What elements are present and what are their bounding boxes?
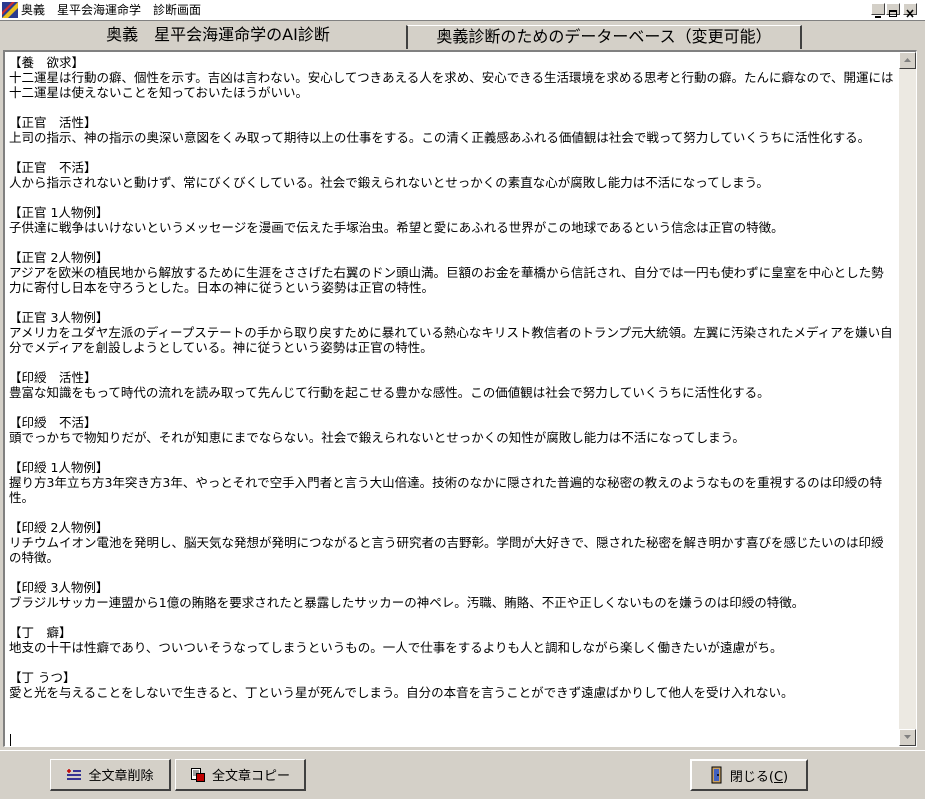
text-entry: 【印綬 活性】 豊富な知識をもって時代の流れを読み取って先んじて行動を起こせる豊か… — [9, 370, 895, 400]
entry-heading: 【正官 不活】 — [9, 160, 97, 175]
entry-heading: 【正官 2人物例】 — [9, 250, 109, 265]
text-caret — [10, 734, 11, 746]
entry-heading: 【印綬 不活】 — [9, 415, 97, 430]
arrow-up-icon — [904, 58, 911, 62]
diagnosis-content: 【養 欲求】 十二運星は行動の癖、個性を示す。吉凶は言わない。安心してつきあえる人… — [9, 55, 895, 715]
app-icon — [2, 2, 18, 18]
text-entry: 【正官 活性】 上司の指示、神の指示の奥深い意図をくみ取って期待以上の仕事をする。… — [9, 115, 895, 145]
tab-strip: 奥義 星平会海運命学のAI診断 奥義診断のためのデーターベース（変更可能） — [0, 21, 925, 49]
delete-all-label: 全文章削除 — [88, 769, 154, 784]
text-entry: 【印綬 不活】 頭でっかちで物知りだが、それが知恵にまでならない。社会で鍛えられな… — [9, 415, 895, 445]
window-title: 奥義 星平会海運命学 診断画面 — [21, 3, 202, 17]
close-button[interactable]: 閉じる(C) — [690, 759, 808, 791]
entry-body: 十二運星は行動の癖、個性を示す。吉凶は言わない。安心してつきあえる人を求め、安心… — [9, 70, 894, 100]
scroll-up-button[interactable] — [899, 52, 916, 69]
delete-all-button[interactable]: 全文章削除 — [50, 759, 171, 791]
entry-body: アジアを欧米の植民地から解放するために生涯をささげた右翼のドン頭山満。巨額のお金… — [9, 265, 884, 295]
text-entry: 【正官 2人物例】 アジアを欧米の植民地から解放するために生涯をささげた右翼のドン… — [9, 250, 895, 295]
entry-body: 豊富な知識をもって時代の流れを読み取って先んじて行動を起こせる豊かな感性。この価… — [9, 385, 770, 400]
entry-heading: 【正官 3人物例】 — [9, 310, 109, 325]
scroll-down-button[interactable] — [899, 729, 916, 746]
close-label: 閉じる(C) — [729, 769, 789, 785]
text-entry: 【丁 うつ】 愛と光を与えることをしないで生きると、丁という星が死んでしまう。自分… — [9, 670, 895, 700]
entry-heading: 【印綬 2人物例】 — [9, 520, 109, 535]
entry-body: 地支の十干は性癖であり、ついついそうなってしまうというもの。一人で仕事をするより… — [9, 640, 783, 655]
entry-heading: 【印綬 活性】 — [9, 370, 97, 385]
entry-heading: 【丁 癖】 — [9, 625, 72, 640]
entry-body: 頭でっかちで物知りだが、それが知恵にまでならない。社会で鍛えられないとせっかくの… — [9, 430, 745, 445]
text-entry: 【養 欲求】 十二運星は行動の癖、個性を示す。吉凶は言わない。安心してつきあえる人… — [9, 55, 895, 100]
entry-body: リチウムイオン電池を発明し、脳天気な発想が発明につながると言う研究者の吉野彰。学… — [9, 535, 884, 565]
close-icon — [906, 9, 914, 18]
text-entry: 【正官 1人物例】 子供達に戦争はいけないというメッセージを漫画で伝えた手塚治虫。… — [9, 205, 895, 235]
maximize-icon — [889, 10, 897, 17]
entry-heading: 【丁 うつ】 — [9, 670, 76, 685]
minimize-button[interactable] — [871, 3, 885, 18]
maximize-button[interactable] — [886, 3, 900, 17]
entry-body: ブラジルサッカー連盟から1億の賄賂を要求されたと暴露したサッカーの神ペレ。汚職、… — [9, 595, 805, 610]
entry-heading: 【印綬 1人物例】 — [9, 460, 109, 475]
minimize-icon — [875, 16, 881, 18]
arrow-down-icon — [904, 735, 911, 739]
vertical-scrollbar[interactable] — [899, 52, 916, 746]
entry-heading: 【養 欲求】 — [9, 55, 85, 70]
entry-body: 上司の指示、神の指示の奥深い意図をくみ取って期待以上の仕事をする。この清く正義感… — [9, 130, 871, 145]
entry-body: 愛と光を与えることをしないで生きると、丁という星が死んでしまう。自分の本音を言う… — [9, 685, 794, 700]
copy-all-button[interactable]: 全文章コピー — [175, 759, 306, 791]
copy-all-label: 全文章コピー — [211, 769, 290, 784]
text-entry: 【印綬 3人物例】 ブラジルサッカー連盟から1億の賄賂を要求されたと暴露したサッカ… — [9, 580, 895, 610]
text-entry: 【印綬 2人物例】 リチウムイオン電池を発明し、脳天気な発想が発明につながると言う… — [9, 520, 895, 565]
entry-body: 握り方3年立ち方3年突き方3年、やっとそれで空手入門者と言う大山倍達。技術のなか… — [9, 475, 883, 505]
delete-lines-icon — [67, 768, 82, 780]
entry-heading: 【印綬 3人物例】 — [9, 580, 109, 595]
copy-icon — [190, 767, 205, 782]
entry-body: 人から指示されないと動けず、常にびくびくしている。社会で鍛えられないとせっかくの… — [9, 175, 769, 190]
entry-body: アメリカをユダヤ左派のディープステートの手から取り戻すために暴れている熱心なキリ… — [9, 325, 893, 355]
bottom-toolbar: 全文章削除 全文章コピー 閉じる(C) — [0, 750, 925, 799]
tab-ai-diagnosis[interactable]: 奥義 星平会海運命学のAI診断 — [30, 24, 406, 48]
text-entry: 【正官 3人物例】 アメリカをユダヤ左派のディープステートの手から取り戻すために暴… — [9, 310, 895, 355]
title-bar[interactable]: 奥義 星平会海運命学 診断画面 — [0, 0, 925, 21]
door-exit-icon — [711, 766, 722, 784]
entry-heading: 【正官 活性】 — [9, 115, 97, 130]
entry-heading: 【正官 1人物例】 — [9, 205, 109, 220]
text-entry: 【正官 不活】 人から指示されないと動けず、常にびくびくしている。社会で鍛えられな… — [9, 160, 895, 190]
text-entry: 【丁 癖】 地支の十干は性癖であり、ついついそうなってしまうというもの。一人で仕事… — [9, 625, 895, 655]
tab-database[interactable]: 奥義診断のためのデーターベース（変更可能） — [406, 25, 802, 49]
entry-body: 子供達に戦争はいけないというメッセージを漫画で伝えた手塚治虫。希望と愛にあふれる… — [9, 220, 784, 235]
close-window-button[interactable] — [903, 3, 917, 18]
diagnosis-text-area[interactable]: 【養 欲求】 十二運星は行動の癖、個性を示す。吉凶は言わない。安心してつきあえる人… — [3, 50, 917, 747]
text-entry: 【印綬 1人物例】 握り方3年立ち方3年突き方3年、やっとそれで空手入門者と言う大… — [9, 460, 895, 505]
